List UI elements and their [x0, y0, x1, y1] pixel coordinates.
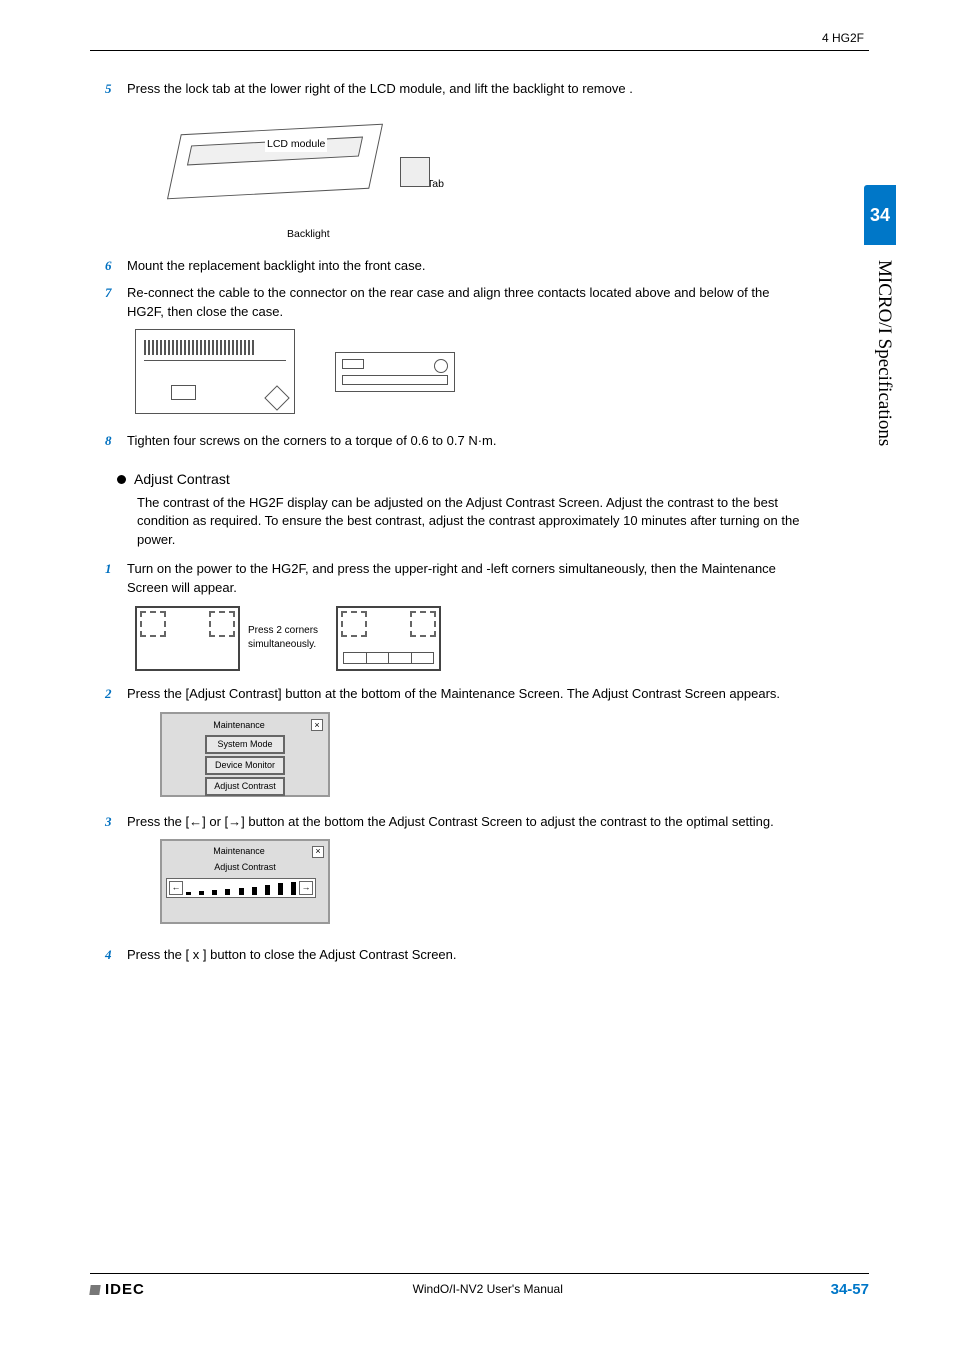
maintenance-title: Maintenance [167, 719, 311, 732]
press-corners-caption: Press 2 corners simultaneously. [248, 624, 328, 653]
step-text: Mount the replacement backlight into the… [127, 257, 804, 276]
step-number: 4 [105, 946, 127, 965]
step-number: 2 [105, 685, 127, 704]
step-2b: 2 Press the [Adjust Contrast] button at … [105, 685, 804, 704]
step-number: 8 [105, 432, 127, 451]
adjust-contrast-screen: Maintenance × Adjust Contrast ← → [160, 839, 330, 924]
step-text: Press the lock tab at the lower right of… [127, 80, 804, 99]
step-text: Press the [←] or [→] button at the botto… [127, 813, 804, 832]
press-corners-diagram: Press 2 corners simultaneously. [135, 606, 804, 671]
contrast-slider: ← → [166, 878, 316, 898]
brand-text: IDEC [105, 1279, 145, 1301]
step-number: 7 [105, 284, 127, 322]
step-6: 6 Mount the replacement backlight into t… [105, 257, 804, 276]
close-button[interactable]: × [311, 719, 323, 731]
step-8: 8 Tighten four screws on the corners to … [105, 432, 804, 451]
step-number: 3 [105, 813, 127, 832]
step-7: 7 Re-connect the cable to the connector … [105, 284, 804, 322]
step-text: Re-connect the cable to the connector on… [127, 284, 804, 322]
header-rule [90, 50, 869, 51]
maintenance-title: Maintenance [166, 845, 312, 858]
adjust-contrast-heading: Adjust Contrast [117, 469, 804, 489]
system-mode-button[interactable]: System Mode [205, 735, 285, 754]
step-number: 5 [105, 80, 127, 99]
connector-diagram [135, 329, 804, 414]
page-number: 34-57 [831, 1279, 869, 1301]
step-text: Press the [Adjust Contrast] button at th… [127, 685, 804, 704]
step-text: Turn on the power to the HG2F, and press… [127, 560, 804, 598]
footer-title: WindO/I-NV2 User's Manual [413, 1281, 563, 1298]
label-lcd-module: LCD module [265, 137, 327, 152]
bullet-icon [117, 475, 126, 484]
step-text: Tighten four screws on the corners to a … [127, 432, 804, 451]
chapter-title-vertical: MICRO/I Specifications [870, 260, 898, 446]
contrast-right-button[interactable]: → [299, 881, 313, 895]
contrast-left-button[interactable]: ← [169, 881, 183, 895]
header-section-label: 4 HG2F [822, 30, 864, 47]
step-4b: 4 Press the [ x ] button to close the Ad… [105, 946, 804, 965]
heading-text: Adjust Contrast [134, 469, 230, 489]
contrast-bars [184, 882, 298, 895]
brand-icon [89, 1285, 100, 1295]
step-number: 6 [105, 257, 127, 276]
adjust-contrast-button[interactable]: Adjust Contrast [205, 777, 285, 796]
step-3b: 3 Press the [←] or [→] button at the bot… [105, 813, 804, 832]
adjust-contrast-desc: The contrast of the HG2F display can be … [137, 494, 804, 551]
page-footer: IDEC WindO/I-NV2 User's Manual 34-57 [90, 1273, 869, 1301]
close-button[interactable]: × [312, 846, 324, 858]
brand-logo: IDEC [90, 1279, 145, 1301]
step-1b: 1 Turn on the power to the HG2F, and pre… [105, 560, 804, 598]
step-5: 5 Press the lock tab at the lower right … [105, 80, 804, 99]
chapter-tab: 34 [864, 185, 896, 245]
step-number: 1 [105, 560, 127, 598]
adjust-contrast-subtitle: Adjust Contrast [166, 861, 324, 874]
main-content: 5 Press the lock tab at the lower right … [105, 80, 804, 973]
step-text: Press the [ x ] button to close the Adju… [127, 946, 804, 965]
lcd-module-diagram: LCD module Tab Backlight [155, 109, 455, 239]
label-backlight: Backlight [285, 227, 332, 242]
maintenance-screen: Maintenance × System Mode Device Monitor… [160, 712, 330, 797]
device-monitor-button[interactable]: Device Monitor [205, 756, 285, 775]
